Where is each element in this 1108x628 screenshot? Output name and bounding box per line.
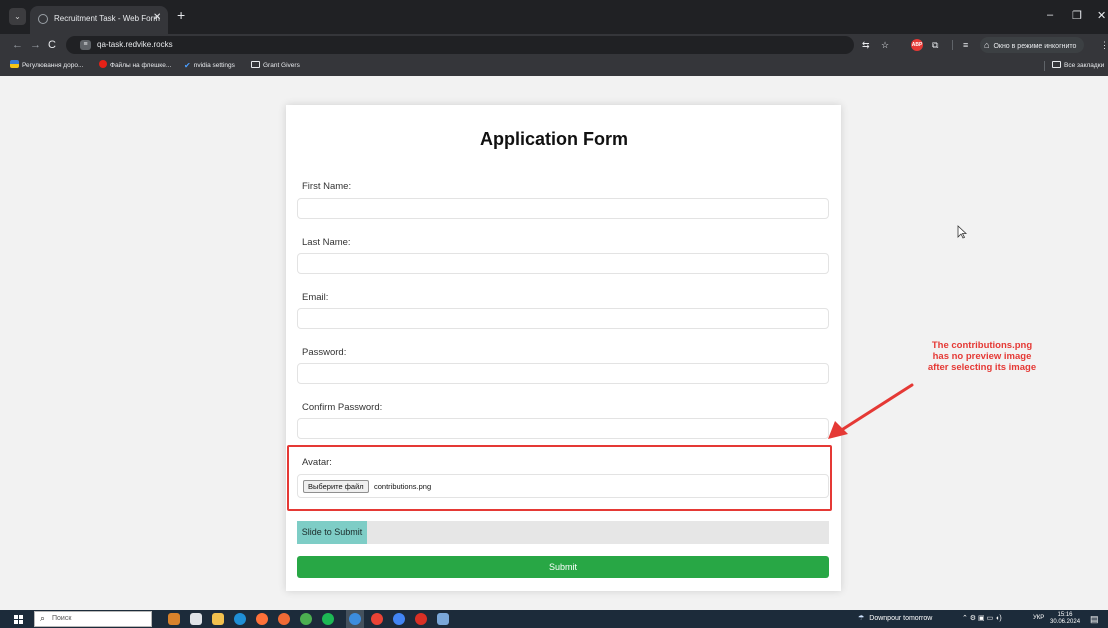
taskbar-search-placeholder: Поиск [52, 615, 72, 622]
chrome-profile-icon[interactable] [393, 613, 405, 625]
windows-start-icon[interactable] [14, 615, 23, 624]
annotation-highlight-box [287, 445, 832, 511]
tab-search-icon[interactable]: ≡ [963, 39, 968, 51]
tab-search-menu-icon[interactable]: ⌄ [9, 8, 26, 25]
all-bookmarks-label: Все закладки [1064, 62, 1105, 69]
minimize-icon[interactable]: – [1047, 9, 1053, 21]
email-label: Email: [302, 292, 329, 303]
translate-icon[interactable]: ⇆ [862, 39, 870, 51]
search-icon: ⌕ [40, 613, 46, 623]
chrome-icon[interactable] [300, 613, 312, 625]
taskbar-clock[interactable]: 15:16 30.06.2024 [1050, 612, 1080, 626]
maximize-icon[interactable]: ❐ [1072, 9, 1082, 22]
incognito-label: Окно в режиме инкогнито [993, 43, 1077, 50]
youtube-icon [99, 60, 107, 68]
all-bookmarks-button[interactable]: Все закладки [1052, 60, 1104, 72]
app-icon[interactable] [278, 613, 290, 625]
browser-app-icon[interactable] [371, 613, 383, 625]
reload-icon[interactable]: C [48, 38, 56, 52]
tab-close-icon[interactable]: ✕ [153, 12, 161, 23]
tab-strip: ⌄ Recruitment Task - Web Form ✕ + – ❐ ✕ [0, 0, 1108, 34]
site-info-icon[interactable]: ≡ [80, 40, 91, 50]
star-icon[interactable]: ☆ [881, 39, 889, 51]
bookmark-item[interactable]: Файлы на флешке... [99, 60, 171, 72]
annotation-text: The contributions.png has no preview ima… [927, 340, 1037, 373]
submit-button[interactable]: Submit [297, 556, 829, 578]
system-tray-icons[interactable]: ⌃ ⚙ ▣ ▭ ◖) [962, 614, 1002, 622]
folder-icon [1052, 61, 1061, 68]
weather-widget[interactable]: ☂ Downpour tomorrow [858, 614, 932, 622]
confirm-password-label: Confirm Password: [302, 402, 383, 413]
language-indicator[interactable]: УКР [1033, 615, 1044, 621]
bookmark-item[interactable]: Регулювання доро... [10, 60, 83, 72]
clock-time: 15:16 [1057, 612, 1073, 618]
taskbar-search-box[interactable]: ⌕ Поиск [34, 611, 152, 627]
form-card [286, 105, 841, 591]
slide-to-submit-handle[interactable]: Slide to Submit [297, 521, 367, 544]
windows-taskbar: ⌕ Поиск ☂ Downpour tomorrow ⌃ ⚙ ▣ ▭ ◖) УК… [0, 610, 1108, 628]
new-tab-icon[interactable]: + [177, 8, 185, 22]
incognito-indicator[interactable]: ⌂ Окно в режиме инкогнито [980, 37, 1085, 53]
url-text[interactable]: qa-task.redvike.rocks [97, 40, 173, 49]
incognito-icon: ⌂ [984, 40, 990, 50]
bookmark-label: Файлы на флешке... [110, 62, 172, 69]
edge-icon[interactable] [234, 613, 246, 625]
notification-icon[interactable]: ▤ [1090, 614, 1099, 625]
tab-title: Recruitment Task - Web Form [54, 14, 160, 23]
confirm-password-input[interactable] [297, 418, 829, 439]
puzzle-icon[interactable]: ⧉ [932, 39, 938, 51]
mouse-cursor-icon [957, 225, 967, 239]
last-name-label: Last Name: [302, 237, 351, 248]
bookmark-label: Регулювання доро... [22, 62, 84, 69]
first-name-input[interactable] [297, 198, 829, 219]
address-bar[interactable]: ≡ qa-task.redvike.rocks [66, 36, 854, 54]
bookmark-favicon-icon [10, 60, 19, 68]
back-icon[interactable]: ← [12, 38, 23, 52]
browser-tab[interactable]: Recruitment Task - Web Form ✕ [30, 6, 168, 34]
window-close-icon[interactable]: ✕ [1097, 9, 1106, 22]
task-view-icon[interactable] [190, 613, 202, 625]
bookmark-item[interactable]: Grant Givers [251, 60, 300, 72]
browser-toolbar: ← → C ≡ qa-task.redvike.rocks ⇆ ☆ ABP ⧉ … [0, 34, 1108, 56]
clock-date: 30.06.2024 [1050, 619, 1081, 625]
last-name-input[interactable] [297, 253, 829, 274]
annotation-arrow-icon [828, 383, 914, 439]
tab-favicon-icon [38, 14, 48, 24]
bookmark-label: Grant Givers [263, 62, 300, 69]
password-label: Password: [302, 347, 347, 358]
toolbar-divider [952, 40, 953, 50]
folder-icon [251, 61, 260, 68]
bookmark-label: nvidia settings [193, 62, 235, 69]
chrome-incognito-icon[interactable] [349, 613, 361, 625]
bookmarks-divider [1044, 61, 1045, 71]
notepad-icon[interactable] [437, 613, 449, 625]
checkmark-icon: ✔ [184, 61, 191, 70]
adblock-extension-icon[interactable]: ABP [911, 39, 923, 51]
forward-icon[interactable]: → [30, 38, 41, 52]
first-name-label: First Name: [302, 181, 352, 192]
bookmark-item[interactable]: ✔ nvidia settings [184, 60, 235, 72]
spotify-icon[interactable] [322, 613, 334, 625]
file-explorer-icon[interactable] [212, 613, 224, 625]
rain-cloud-icon: ☂ [858, 615, 865, 622]
bookmarks-bar: Регулювання доро... Файлы на флешке... ✔… [0, 56, 1108, 76]
slide-to-submit-track: Slide to Submit [297, 521, 829, 544]
chrome-app-icon[interactable] [415, 613, 427, 625]
kebab-menu-icon[interactable]: ⋮ [1100, 39, 1108, 51]
game-app-icon[interactable] [168, 613, 180, 625]
password-input[interactable] [297, 363, 829, 384]
weather-text: Downpour tomorrow [869, 615, 933, 622]
email-input[interactable] [297, 308, 829, 329]
form-title: Application Form [480, 129, 628, 149]
firefox-icon[interactable] [256, 613, 268, 625]
